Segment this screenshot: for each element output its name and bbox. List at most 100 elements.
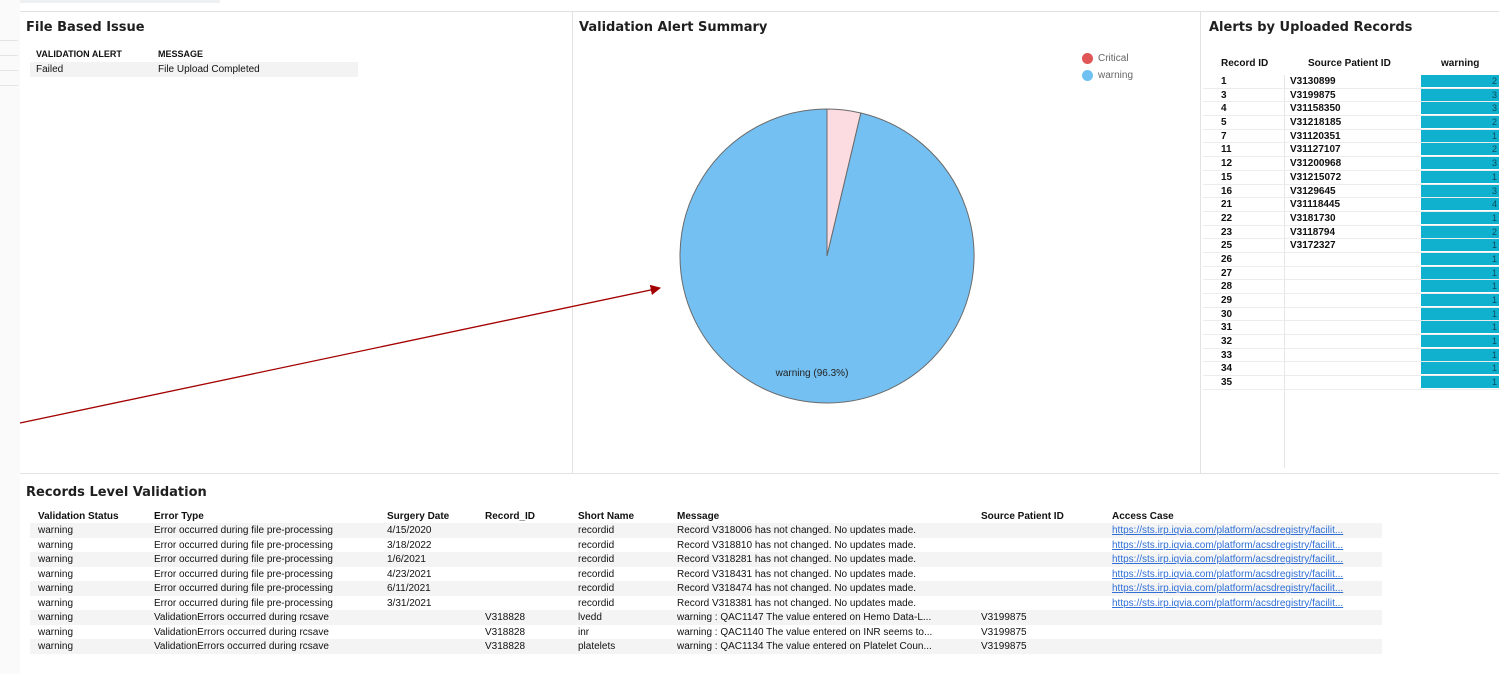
table-row[interactable]: 29 1 [1203, 294, 1499, 308]
table-row[interactable]: 7 V31120351 1 [1203, 129, 1499, 144]
table-cell: Error occurred during file pre-processin… [154, 554, 333, 565]
column-header[interactable]: Source Patient ID [981, 511, 1064, 522]
column-header[interactable]: Short Name [578, 511, 634, 522]
table-row[interactable]: 12 V31200968 3 [1203, 157, 1499, 171]
source-patient-id-cell: V31218185 [1290, 117, 1342, 129]
access-case-link[interactable]: https://sts.irp.iqvia.com/platform/acsdr… [1112, 540, 1343, 551]
table-cell: Record V318810 has not changed. No updat… [677, 539, 917, 551]
column-header[interactable]: Error Type [154, 511, 204, 522]
access-case-link[interactable]: https://sts.irp.iqvia.com/platform/acsdr… [1112, 569, 1343, 580]
record-id-cell: 21 [1221, 199, 1233, 211]
warning-count-bar: 1 [1421, 129, 1499, 142]
record-id-cell: 15 [1221, 171, 1233, 183]
record-id-cell: 26 [1221, 253, 1233, 265]
source-patient-id-cell: V31118445 [1290, 199, 1341, 211]
annotation-arrow [19, 284, 662, 424]
table-row[interactable]: warning ValidationErrors occurred during … [30, 625, 1382, 640]
record-id-cell: 25 [1221, 240, 1233, 252]
warning-count-bar: 3 [1421, 157, 1499, 170]
table-row[interactable]: 5 V31218185 2 [1203, 116, 1499, 130]
record-id-cell: 29 [1221, 295, 1233, 306]
record-id-cell: 22 [1221, 212, 1233, 224]
table-row[interactable]: 26 1 [1203, 252, 1499, 267]
table-row[interactable]: warning ValidationErrors occurred during … [30, 639, 1382, 654]
table-row[interactable]: 34 1 [1203, 362, 1499, 377]
access-case-link[interactable]: https://sts.irp.iqvia.com/platform/acsdr… [1112, 525, 1343, 536]
table-cell: Error occurred during file pre-processin… [154, 583, 333, 594]
table-row[interactable]: warning Error occurred during file pre-pr… [30, 538, 1382, 553]
record-id-cell: 23 [1221, 226, 1233, 238]
warning-count-bar: 1 [1421, 239, 1499, 252]
source-patient-id-cell: V31215072 [1290, 171, 1342, 183]
table-cell: warning [38, 583, 74, 594]
record-id-cell: 3 [1221, 89, 1227, 101]
table-row[interactable]: 3 V3199875 3 [1203, 88, 1499, 103]
source-patient-id-cell: V3129645 [1290, 185, 1336, 197]
record-id-cell: 28 [1221, 281, 1233, 293]
table-cell: Record V318281 has not changed. No updat… [677, 554, 917, 565]
table-row[interactable]: 27 1 [1203, 266, 1499, 281]
pie-slice-warning[interactable] [679, 108, 975, 404]
table-row[interactable]: warning Error occurred during file pre-pr… [30, 581, 1382, 596]
table-cell: Record V318474 has not changed. No updat… [677, 583, 917, 594]
table-cell: Record V318431 has not changed. No updat… [677, 568, 917, 580]
table-header: Validation Status Error Type Surgery Date R… [30, 509, 1382, 523]
table-row[interactable]: warning Error occurred during file pre-pr… [30, 596, 1382, 611]
alerts-table: 1 V3130899 2 3 V3199875 3 4 V31158350 3 5 V3121818… [1203, 75, 1499, 390]
table-row[interactable]: 25 V3172327 1 [1203, 239, 1499, 253]
record-id-cell: 33 [1221, 349, 1233, 361]
table-row[interactable]: 32 1 [1203, 335, 1499, 349]
table-cell: inr [578, 626, 590, 638]
table-cell: V318828 [485, 612, 526, 623]
access-case-link[interactable]: https://sts.irp.iqvia.com/platform/acsdr… [1112, 598, 1343, 609]
slice-label: warning (96.3%) [775, 368, 849, 379]
table-cell: warning [38, 597, 74, 609]
warning-count-bar: 2 [1421, 116, 1499, 129]
table-cell: warning : QAC1134 The value entered on P… [677, 641, 932, 652]
table-cell: ValidationErrors occurred during rcsave [154, 626, 329, 638]
table-cell: warning [38, 525, 74, 536]
record-id-cell: 35 [1221, 377, 1233, 389]
table-row[interactable]: 15 V31215072 1 [1203, 170, 1499, 185]
table-cell: warning [38, 539, 74, 551]
source-patient-id-cell: V31127107 [1290, 144, 1341, 156]
table-row[interactable]: 33 1 [1203, 348, 1499, 363]
table-cell: V3199875 [981, 626, 1027, 638]
column-header[interactable]: Validation Status [38, 511, 119, 522]
access-case-link[interactable]: https://sts.irp.iqvia.com/platform/acsdr… [1112, 583, 1343, 594]
table-row[interactable]: 23 V3118794 2 [1203, 225, 1499, 240]
table-row[interactable]: 11 V31127107 2 [1203, 143, 1499, 158]
record-id-cell: 30 [1221, 308, 1233, 320]
record-id-cell: 4 [1221, 103, 1227, 115]
column-header[interactable]: Message [677, 511, 719, 522]
table-cell: Record V318006 has not changed. No updat… [677, 525, 917, 536]
table-row[interactable]: 28 1 [1203, 280, 1499, 294]
table-row[interactable]: 22 V3181730 1 [1203, 211, 1499, 226]
table-row[interactable]: 16 V3129645 3 [1203, 184, 1499, 199]
table-row[interactable]: warning ValidationErrors occurred during … [30, 610, 1382, 625]
column-header-source-patient-id: Source Patient ID [1308, 58, 1391, 69]
record-id-cell: 27 [1221, 267, 1233, 279]
column-header[interactable]: Surgery Date [387, 511, 449, 522]
table-cell: 3/18/2022 [387, 539, 432, 551]
column-header-record-id: Record ID [1221, 58, 1269, 69]
table-row[interactable]: 35 1 [1203, 376, 1499, 390]
column-header[interactable]: Access Case [1112, 511, 1174, 522]
record-id-cell: 1 [1221, 76, 1227, 87]
table-row[interactable]: 31 1 [1203, 321, 1499, 336]
column-header[interactable]: Record_ID [485, 511, 535, 522]
source-patient-id-cell: V31200968 [1290, 158, 1342, 170]
warning-count-bar: 3 [1421, 88, 1499, 101]
table-row[interactable]: 1 V3130899 2 [1203, 75, 1499, 89]
table-row[interactable]: 21 V31118445 4 [1203, 198, 1499, 212]
source-patient-id-cell: V3199875 [1290, 89, 1336, 101]
table-cell: recordid [578, 568, 615, 580]
table-row[interactable]: 4 V31158350 3 [1203, 102, 1499, 117]
table-row[interactable]: warning Error occurred during file pre-pr… [30, 567, 1382, 582]
table-row[interactable]: warning Error occurred during file pre-pr… [30, 552, 1382, 567]
access-case-link[interactable]: https://sts.irp.iqvia.com/platform/acsdr… [1112, 554, 1343, 565]
table-row[interactable]: warning Error occurred during file pre-pr… [30, 523, 1382, 538]
table-cell: ValidationErrors occurred during rcsave [154, 641, 329, 652]
table-row[interactable]: 30 1 [1203, 307, 1499, 322]
warning-count-bar: 1 [1421, 376, 1499, 389]
